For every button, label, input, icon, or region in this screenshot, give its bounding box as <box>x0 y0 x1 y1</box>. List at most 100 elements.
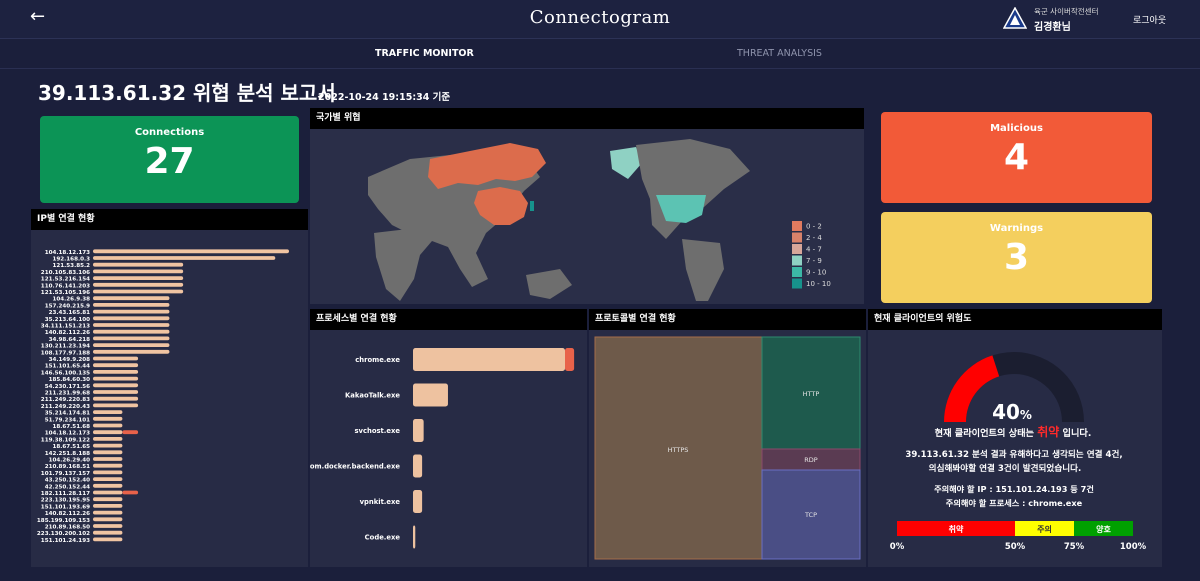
ip-panel-title: IP별 연결 현황 <box>31 209 308 230</box>
ip-label: 35.214.174.81 <box>45 411 90 417</box>
ip-bar <box>93 437 123 441</box>
risk-scale-tick: 100% <box>1120 542 1147 552</box>
protocol-label: RDP <box>804 456 818 464</box>
ip-bar <box>93 323 170 327</box>
ip-bar-malicious <box>122 490 139 495</box>
ip-label: 121.53.85.2 <box>52 263 90 269</box>
legend-swatch <box>792 278 802 289</box>
ip-bar <box>93 303 170 307</box>
ip-bar <box>93 363 139 368</box>
ip-bar <box>93 463 123 468</box>
legend-swatch <box>792 244 802 254</box>
ip-label: 210.89.168.51 <box>45 464 90 470</box>
process-label: vpnkit.exe <box>360 498 401 506</box>
ip-label: 140.82.112.26 <box>45 330 90 336</box>
watch-process-line: 주의해야 할 프로세스 : chrome.exe <box>946 498 1083 508</box>
watch-ip-line: 주의해야 할 IP : 151.101.24.193 등 7건 <box>934 484 1094 494</box>
status-word: 취약 <box>1037 424 1059 439</box>
ip-label: 210.105.83.106 <box>41 270 90 276</box>
ip-bar <box>93 309 170 314</box>
ip-label: 119.38.109.122 <box>41 437 90 443</box>
process-label: Code.exe <box>365 534 401 542</box>
ip-label: 121.53.216.154 <box>41 277 90 283</box>
risk-scale-label: 주의 <box>1037 524 1052 534</box>
ip-label: 192.168.0.3 <box>52 257 90 263</box>
ip-label: 211.249.220.43 <box>41 404 90 410</box>
connections-value: 27 <box>144 141 195 182</box>
summary-line-1: 39.113.61.32 분석 결과 유해하다고 생각되는 연결 4건, <box>905 448 1122 460</box>
ip-label: 110.76.141.203 <box>41 283 90 289</box>
ip-bar <box>93 403 139 408</box>
risk-gauge: 40%현재 클라이언트의 상태는 취약 입니다.39.113.61.32 분석 … <box>890 352 1147 552</box>
ip-label: 43.250.152.40 <box>45 478 90 484</box>
protocol-panel-title: 프로토콜별 연결 현황 <box>589 309 866 330</box>
ip-bar <box>93 336 170 341</box>
ip-bar <box>93 276 184 280</box>
ip-bar <box>93 296 170 301</box>
protocol-treemap: HTTPS HTTP RDP TCP <box>594 336 861 560</box>
ip-label: 104.18.12.173 <box>45 431 90 437</box>
ip-bar <box>93 443 123 448</box>
ip-bar <box>93 470 123 475</box>
ip-label: 182.111.28.117 <box>41 491 90 497</box>
ip-bar <box>93 383 139 388</box>
protocol-label: HTTP <box>803 390 820 398</box>
ip-bar <box>93 423 123 428</box>
ip-bar <box>93 410 123 414</box>
ip-bar <box>93 329 170 334</box>
tab-bar: TRAFFIC MONITOR THREAT ANALYSIS <box>0 39 1200 69</box>
map-legend: 0 - 2 2 - 4 4 - 7 7 - 9 9 - 10 10 - 10 <box>792 221 831 289</box>
process-label: svchost.exe <box>355 427 401 435</box>
ip-label: 121.53.105.196 <box>41 290 90 296</box>
client-risk-panel: 현재 클라이언트의 위험도 40% 현재 클라이언트의 상태는 취약 입니다. 39… <box>868 309 1162 567</box>
risk-scale-tick: 0% <box>890 542 905 552</box>
ip-label: 151.101.65.44 <box>45 364 90 370</box>
ip-label: 42.250.152.44 <box>45 484 90 490</box>
ip-label: 104.26.29.40 <box>49 458 91 464</box>
legend-swatch <box>792 255 802 266</box>
org-name: 육군 사이버작전센터 <box>1034 7 1099 16</box>
legend-swatch <box>792 221 802 231</box>
report-timestamp: 2022-10-24 19:15:34 기준 <box>318 92 451 103</box>
status-suffix: 입니다. <box>1059 427 1091 439</box>
ip-label: 211.249.220.83 <box>41 397 90 403</box>
process-bar <box>413 383 448 407</box>
ip-bar <box>93 510 123 515</box>
protocol-label: TCP <box>804 511 817 519</box>
process-bar-malicious <box>565 348 575 371</box>
tab-threat-analysis[interactable]: THREAT ANALYSIS <box>737 48 822 59</box>
ip-bar <box>93 269 184 274</box>
process-label: com.docker.backend.exe <box>310 463 400 471</box>
ip-label: 157.240.215.9 <box>45 303 90 309</box>
ip-label: 34.98.64.218 <box>49 337 91 343</box>
ip-label: 101.79.137.157 <box>41 471 90 477</box>
ip-label: 35.213.64.100 <box>45 317 90 323</box>
korea-region <box>530 201 534 211</box>
map-panel-title: 국가별 위협 <box>310 108 864 129</box>
risk-panel-title: 현재 클라이언트의 위험도 <box>868 309 1162 330</box>
ip-bar <box>93 430 123 435</box>
process-bar-chart: chrome.exe KakaoTalk.exe svchost.exe com.do… <box>310 348 575 549</box>
ip-label: 104.18.12.173 <box>45 250 90 256</box>
legend-label: 7 - 9 <box>806 257 822 265</box>
ip-label: 130.211.23.194 <box>41 344 90 350</box>
tab-traffic-monitor[interactable]: TRAFFIC MONITOR <box>375 48 474 59</box>
ip-label: 211.231.99.68 <box>45 391 90 397</box>
ip-bar <box>93 396 139 401</box>
process-connections-panel: 프로세스별 연결 현황 chrome.exe KakaoTalk.exe svcho… <box>310 309 587 567</box>
ip-label: 104.26.9.38 <box>52 297 90 303</box>
ip-bar <box>93 483 123 488</box>
ip-label: 18.67.51.65 <box>52 444 90 450</box>
ip-bar <box>93 256 276 260</box>
risk-scale-label: 취약 <box>949 524 964 534</box>
status-prefix: 현재 클라이언트의 상태는 <box>935 427 1038 439</box>
user-name: 김경환님 <box>1034 22 1071 33</box>
ip-bar <box>93 530 123 535</box>
legend-swatch <box>792 232 802 243</box>
legend-label: 2 - 4 <box>806 234 822 242</box>
ip-label: 151.101.193.69 <box>41 504 90 510</box>
ip-bar <box>93 450 123 455</box>
logout-button[interactable]: 로그아웃 <box>1133 13 1166 26</box>
malicious-card: Malicious 4 <box>881 112 1152 203</box>
ip-label: 18.67.51.68 <box>52 424 90 430</box>
